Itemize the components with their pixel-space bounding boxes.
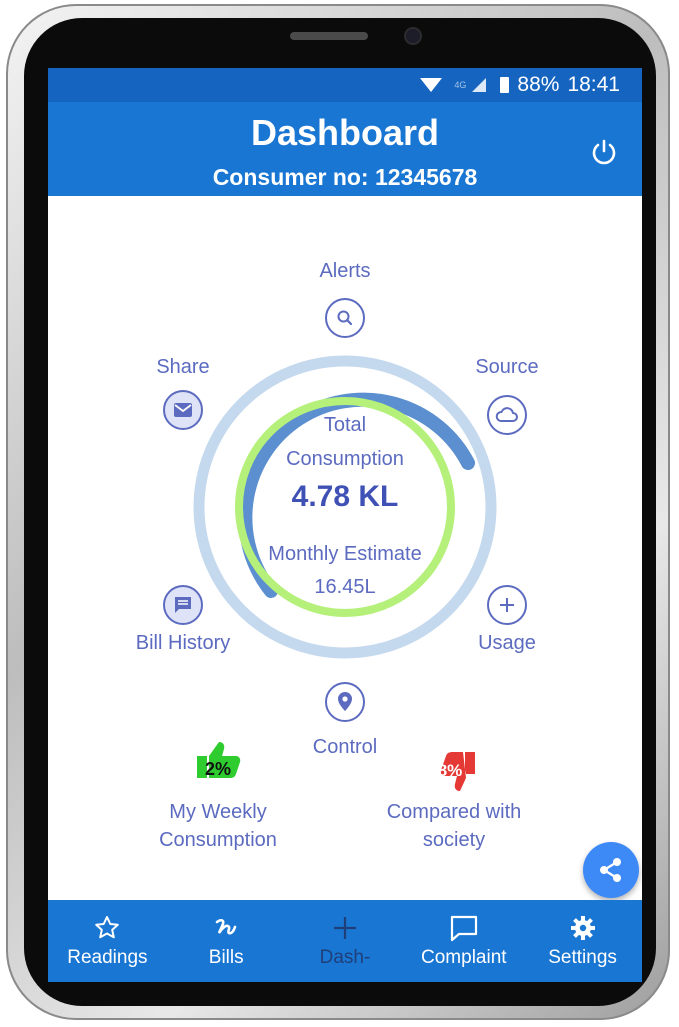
nav-readings-label: Readings bbox=[67, 947, 148, 968]
control-label: Control bbox=[312, 736, 378, 758]
search-icon bbox=[337, 310, 353, 326]
nav-dashboard[interactable]: Dash- bbox=[286, 900, 405, 982]
phone-notch bbox=[219, 20, 441, 64]
monthly-estimate-label: Monthly Estimate bbox=[268, 543, 422, 565]
society-label-line1: Compared with bbox=[386, 801, 522, 823]
nav-settings[interactable]: Settings bbox=[523, 900, 642, 982]
consumer-number: Consumer no: 12345678 bbox=[212, 164, 478, 190]
power-icon bbox=[592, 139, 616, 165]
signal-icon bbox=[472, 78, 487, 92]
phone-camera bbox=[406, 29, 420, 43]
nav-readings[interactable]: Readings bbox=[48, 900, 167, 982]
plus-circle-icon bbox=[500, 598, 514, 612]
bills-icon bbox=[215, 918, 237, 935]
nav-complaint[interactable]: Complaint bbox=[404, 900, 523, 982]
share-icon bbox=[600, 858, 621, 882]
star-icon bbox=[95, 916, 120, 939]
network-type: 4G bbox=[454, 80, 467, 90]
alerts-button[interactable] bbox=[325, 298, 365, 338]
wifi-icon bbox=[420, 78, 443, 92]
weekly-badge: 2% bbox=[204, 759, 232, 779]
battery-icon bbox=[500, 77, 510, 93]
plus-icon bbox=[333, 917, 356, 939]
gauge-title-line1: Total bbox=[323, 414, 367, 436]
phone-speaker bbox=[290, 32, 368, 40]
status-time: 18:41 bbox=[567, 73, 620, 96]
nav-bills-label: Bills bbox=[208, 947, 244, 968]
app-header: Dashboard Consumer no: 12345678 bbox=[48, 102, 642, 196]
society-badge: 8% bbox=[437, 761, 463, 780]
chat-icon bbox=[450, 915, 477, 942]
message-icon bbox=[175, 597, 191, 613]
power-button[interactable] bbox=[588, 136, 620, 168]
control-button[interactable] bbox=[325, 682, 365, 722]
nav-bills[interactable]: Bills bbox=[167, 900, 286, 982]
bottom-nav: Readings Bills Dash- Complaint Settings bbox=[48, 900, 642, 982]
society-label-line2: society bbox=[422, 829, 486, 851]
nav-complaint-label: Complaint bbox=[421, 947, 507, 968]
gauge-title-line2: Consumption bbox=[286, 448, 404, 470]
alerts-label: Alerts bbox=[319, 260, 371, 282]
monthly-estimate-value: 16.45L bbox=[314, 576, 376, 598]
page-title: Dashboard bbox=[250, 112, 440, 153]
status-bar: 4G 88% 18:41 bbox=[48, 68, 642, 102]
nav-settings-label: Settings bbox=[548, 947, 617, 968]
gear-icon bbox=[570, 916, 595, 940]
share-fab[interactable] bbox=[583, 842, 639, 898]
weekly-label-line1: My Weekly bbox=[169, 801, 267, 823]
battery-level: 88% bbox=[517, 73, 560, 96]
nav-dashboard-label: Dash- bbox=[319, 947, 371, 968]
location-pin-icon bbox=[338, 692, 352, 711]
weekly-label-line2: Consumption bbox=[159, 829, 277, 851]
app-screen: 4G 88% 18:41 Dashboard Consumer no: 1234… bbox=[48, 68, 642, 982]
total-consumption-value: 4.78 KL bbox=[291, 480, 399, 513]
mail-icon bbox=[174, 403, 192, 417]
